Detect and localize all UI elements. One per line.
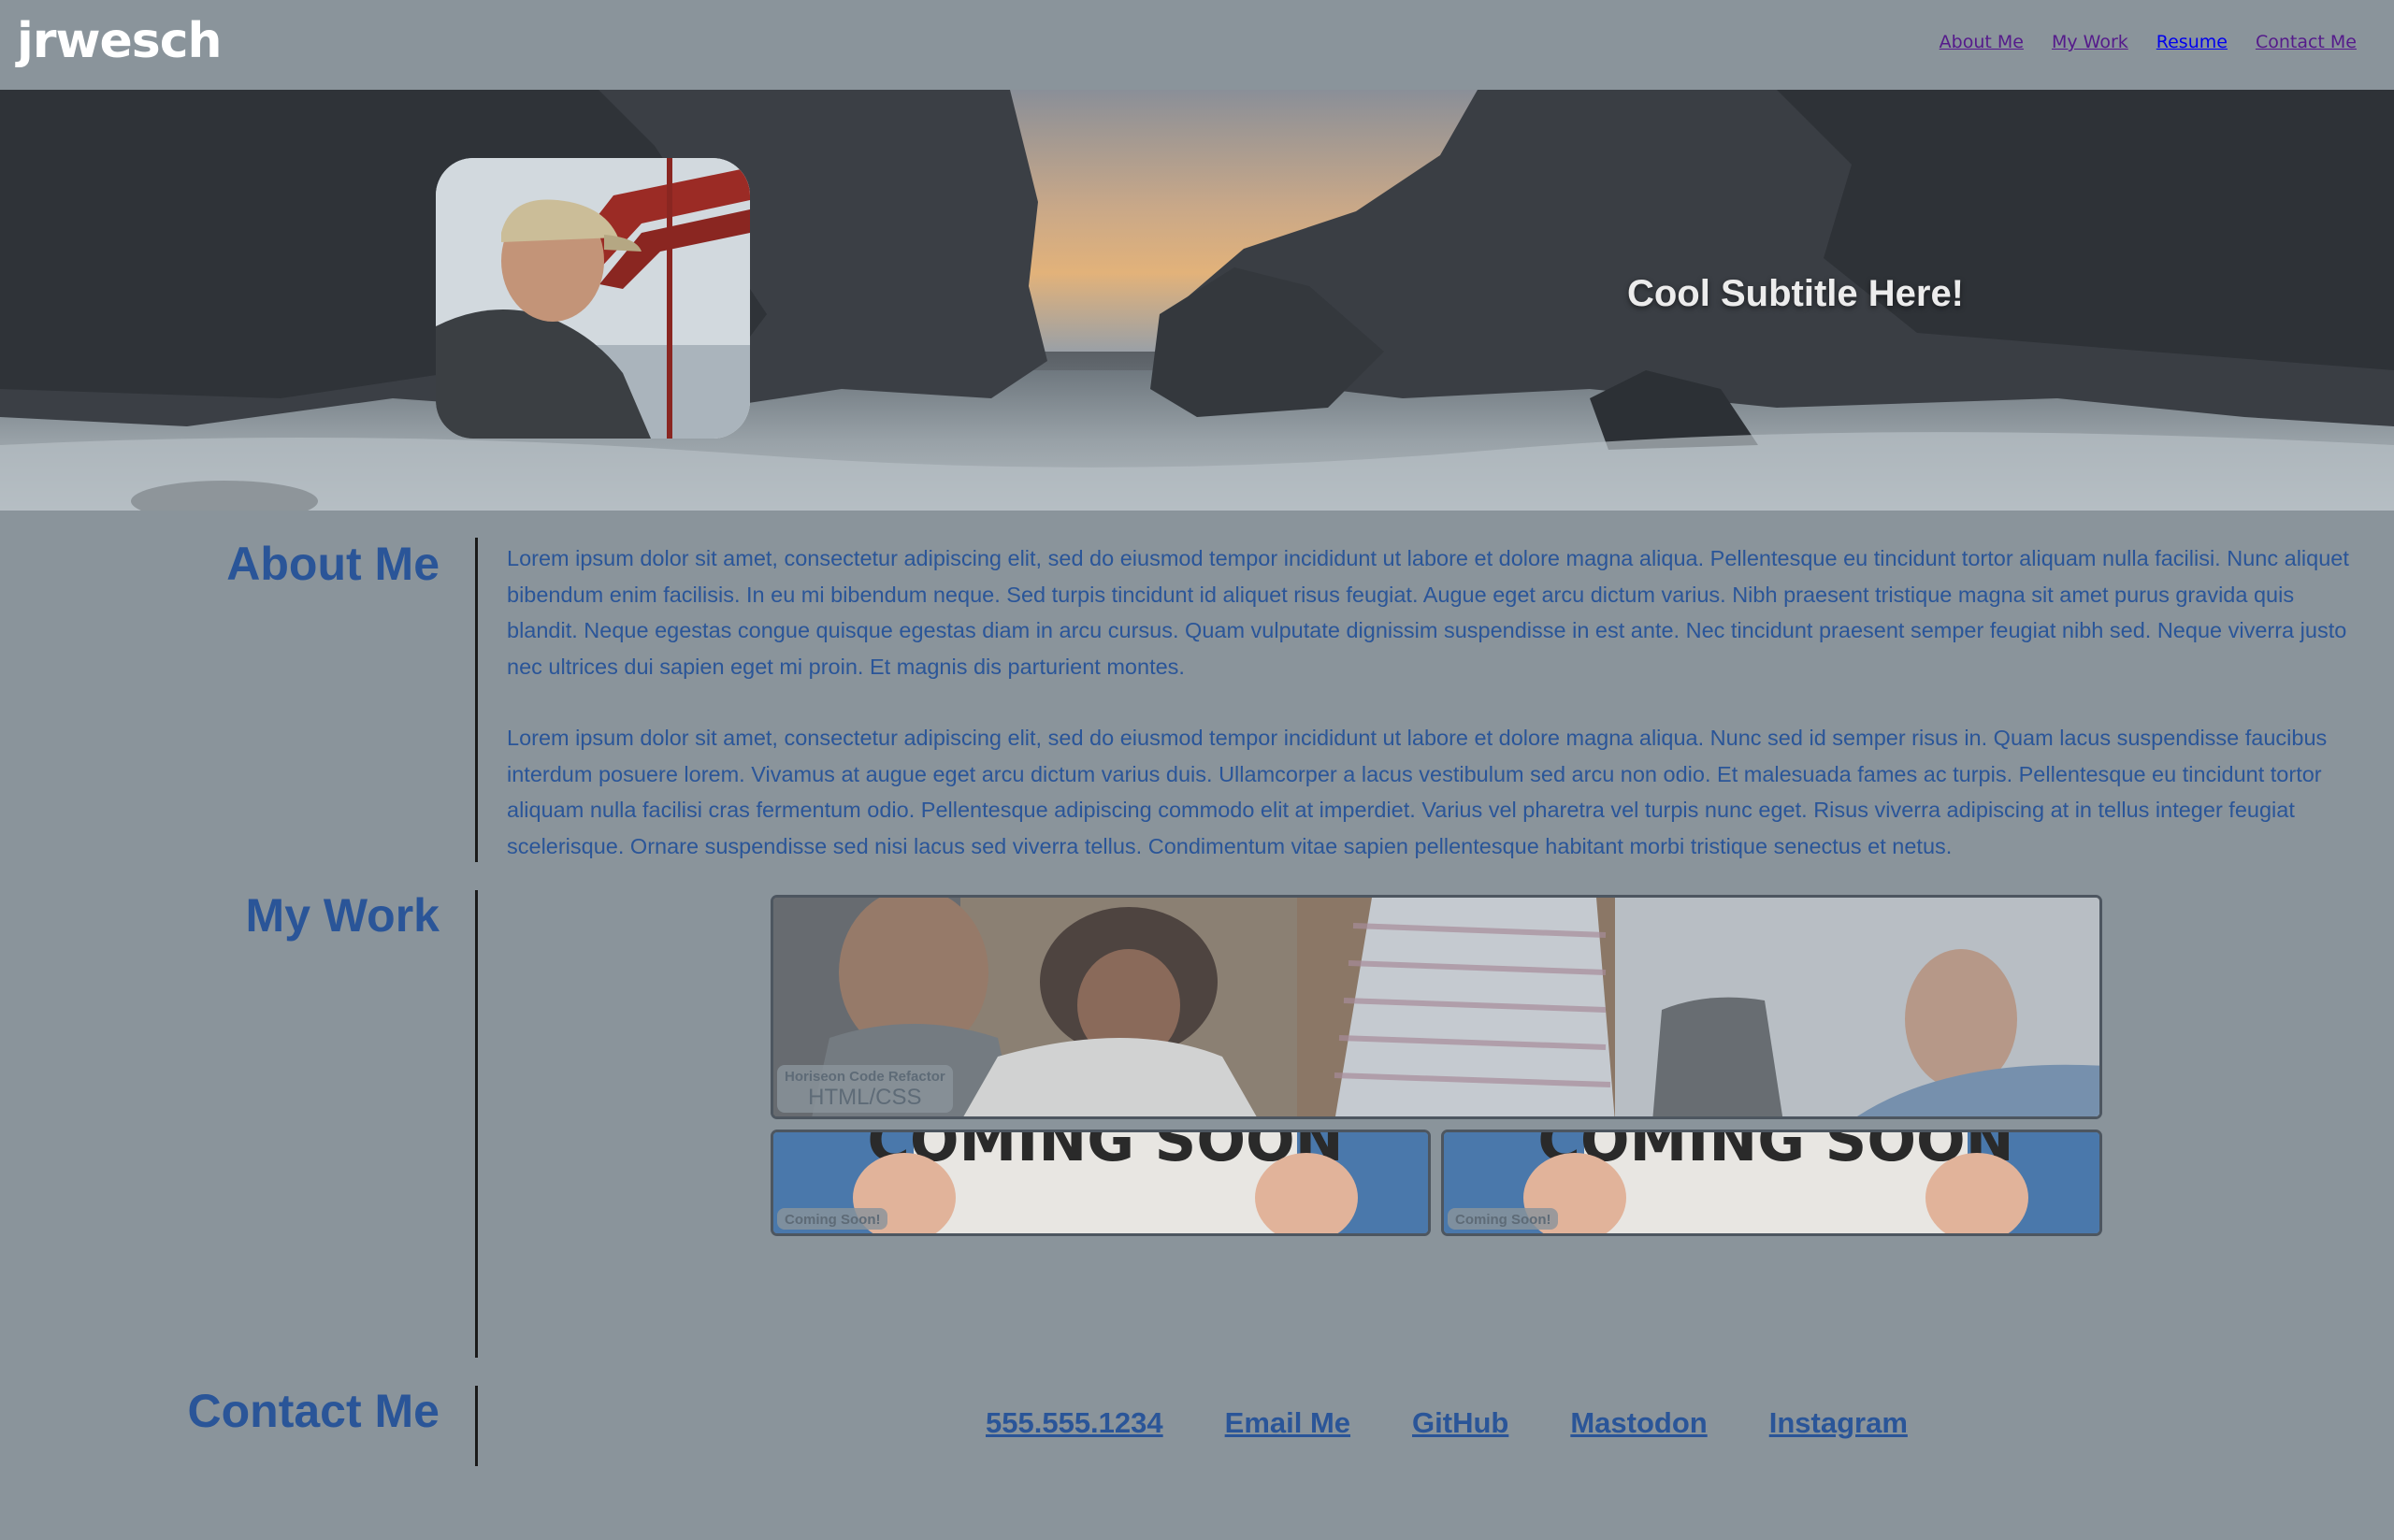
coming-soon-text: Coming Soon!	[1455, 1212, 1551, 1228]
about-me-text: Lorem ipsum dolor sit amet, consectetur …	[507, 540, 2368, 900]
about-me-heading: About Me	[226, 538, 440, 590]
project-tech: HTML/CSS	[808, 1085, 922, 1110]
my-work-heading: My Work	[245, 889, 440, 942]
contact-link-mastodon[interactable]: Mastodon	[1570, 1406, 1707, 1440]
profile-photo	[436, 158, 750, 439]
hero-subtitle: Cool Subtitle Here!	[1626, 273, 1965, 314]
contact-link-github[interactable]: GitHub	[1412, 1406, 1508, 1440]
project-name: Horiseon Code Refactor	[785, 1069, 945, 1085]
site-logo[interactable]: jrwesch	[17, 13, 223, 69]
main-nav: About Me My Work Resume Contact Me	[1940, 32, 2357, 52]
project-card-horiseon[interactable]: Horiseon Code Refactor HTML/CSS	[771, 895, 2102, 1119]
project-card-coming-soon-1[interactable]: COMING SOON Coming Soon!	[771, 1130, 1431, 1236]
about-me-divider	[475, 538, 478, 862]
coming-soon-label-1: Coming Soon!	[777, 1208, 888, 1230]
contact-link-email[interactable]: Email Me	[1225, 1406, 1350, 1440]
about-paragraph: Lorem ipsum dolor sit amet, consectetur …	[507, 546, 2349, 679]
contact-links: 555.555.1234 Email Me GitHub Mastodon In…	[986, 1406, 1908, 1440]
project-label-horiseon: Horiseon Code Refactor HTML/CSS	[777, 1065, 953, 1113]
contact-me-divider	[475, 1386, 478, 1466]
site-header: jrwesch About Me My Work Resume Contact …	[0, 0, 2394, 90]
nav-link-contact-me[interactable]: Contact Me	[2256, 32, 2357, 52]
coming-soon-label-2: Coming Soon!	[1448, 1208, 1559, 1230]
nav-link-resume[interactable]: Resume	[2156, 32, 2228, 52]
contact-link-phone[interactable]: 555.555.1234	[986, 1406, 1163, 1440]
my-work-divider	[475, 890, 478, 1358]
contact-me-heading: Contact Me	[187, 1385, 440, 1437]
nav-link-about-me[interactable]: About Me	[1940, 32, 2024, 52]
about-paragraph: Lorem ipsum dolor sit amet, consectetur …	[507, 726, 2328, 858]
coming-soon-text: Coming Soon!	[785, 1212, 881, 1228]
nav-link-my-work[interactable]: My Work	[2052, 32, 2128, 52]
project-image-horiseon	[773, 898, 2099, 1116]
contact-link-instagram[interactable]: Instagram	[1769, 1406, 1908, 1440]
profile-photo-image	[436, 158, 750, 439]
project-card-coming-soon-2[interactable]: COMING SOON Coming Soon!	[1441, 1130, 2102, 1236]
hero-banner: Cool Subtitle Here!	[0, 90, 2394, 511]
